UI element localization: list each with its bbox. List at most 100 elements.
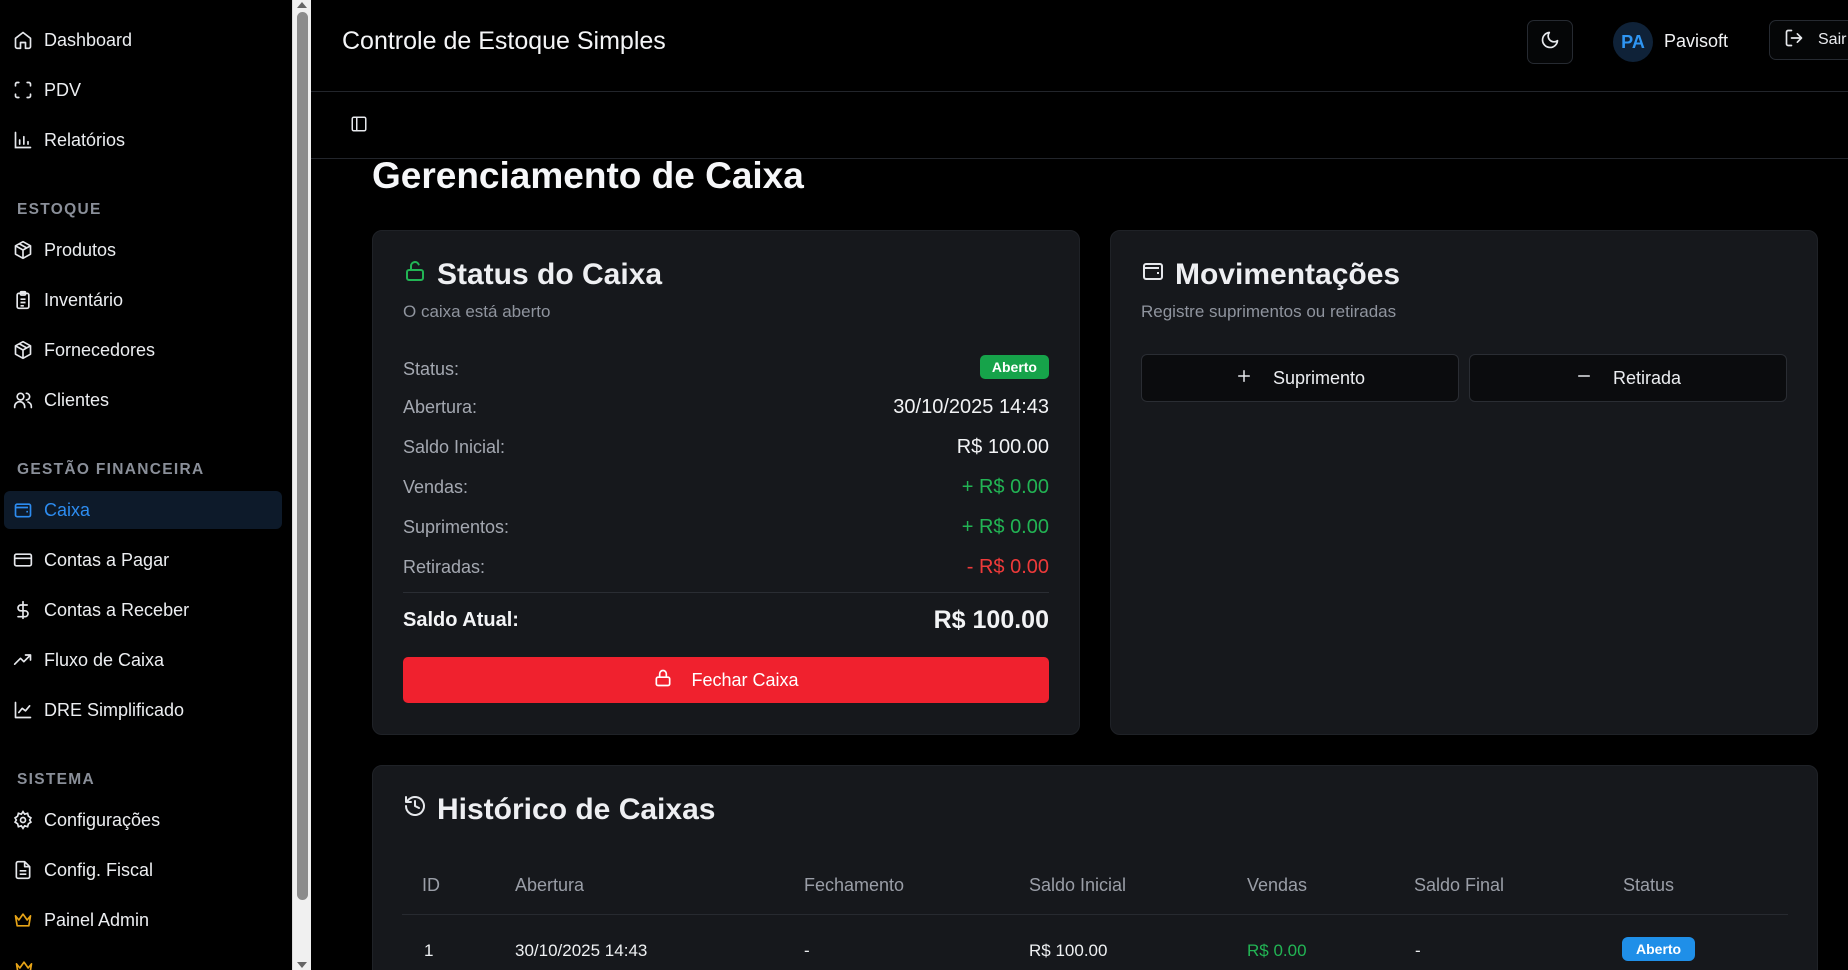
sidebar-item-fornecedores[interactable]: Fornecedores [4,331,282,369]
plus-icon [1235,367,1253,390]
status-card-title: Status do Caixa [403,258,662,292]
sidebar-item-label: Inventário [44,289,124,310]
sidebar-item-painel-admin[interactable]: Painel Admin [4,901,282,939]
crown-icon [12,909,34,931]
retiradas-label: Retiradas: [403,557,486,577]
users-icon [12,389,34,411]
fechar-caixa-button[interactable]: Fechar Caixa [403,657,1049,703]
wallet-icon [1141,258,1165,292]
retiradas-value: - R$ 0.00 [966,556,1049,578]
dollar-icon [12,599,34,621]
cell-saldo-inicial: R$ 100.00 [1029,941,1108,960]
cell-saldo-final: - [1415,941,1421,960]
sidebar-item-label: Configurações [44,809,161,830]
sidebar-item-label: Fluxo de Caixa [44,649,165,670]
historico-card-title-text: Histórico de Caixas [437,793,716,826]
movimentacoes-card-title-text: Movimentações [1175,258,1401,291]
movimentacoes-card-subtitle: Registre suprimentos ou retiradas [1141,302,1397,321]
sidebar-item-label: Relatórios [44,129,126,150]
col-header-status: Status [1623,875,1675,895]
saldo-inicial-label: Saldo Inicial: [403,437,506,457]
bar-chart-icon [12,129,34,151]
section-label-financeira: GESTÃO FINANCEIRA [17,461,205,478]
status-card-title-text: Status do Caixa [437,258,663,291]
line-chart-icon [12,699,34,721]
wallet-icon [12,499,34,521]
sidebar-item-dre[interactable]: DRE Simplificado [4,691,282,729]
logout-button[interactable]: Sair [1769,20,1848,60]
historico-card: Histórico de Caixas [372,765,1818,970]
sidebar-item-clientes[interactable]: Clientes [4,381,282,419]
sidebar-scrollbar[interactable] [292,0,311,970]
credit-card-icon [12,549,34,571]
trending-up-icon [12,649,34,671]
user-name: Pavisoft [1664,31,1729,51]
saldo-atual-value: R$ 100.00 [933,606,1049,634]
col-header-saldo-inicial: Saldo Inicial [1029,875,1127,895]
sidebar-item-fluxo-caixa[interactable]: Fluxo de Caixa [4,641,282,679]
panel-left-icon [350,115,368,138]
col-header-abertura: Abertura [515,875,585,895]
suprimentos-label: Suprimentos: [403,517,510,537]
cell-vendas: R$ 0.00 [1247,941,1307,960]
table-header-divider [402,914,1788,915]
minus-icon [1575,367,1593,390]
sidebar-item-produtos[interactable]: Produtos [4,231,282,269]
suprimento-label: Suprimento [1272,367,1366,388]
package-icon [12,239,34,261]
file-icon [12,859,34,881]
vendas-value: + R$ 0.00 [961,476,1049,498]
package-icon [12,339,34,361]
col-header-saldo-final: Saldo Final [1414,875,1505,895]
sidebar-item-label: PDV [44,79,82,100]
sidebar-item-label: Clientes [44,389,110,410]
sidebar-item-label: Contas a Pagar [44,549,170,570]
sidebar-item-inventario[interactable]: Inventário [4,281,282,319]
retirada-button[interactable]: Retirada [1469,354,1787,402]
fechar-caixa-label: Fechar Caixa [691,669,799,690]
sidebar-item-configuracoes[interactable]: Configurações [4,801,282,839]
sidebar-item-contas-receber[interactable]: Contas a Receber [4,591,282,629]
status-card-subtitle: O caixa está aberto [403,302,551,321]
scan-icon [12,79,34,101]
clipboard-icon [12,289,34,311]
divider [403,592,1049,593]
scroll-up-arrow-icon[interactable] [297,2,307,8]
sidebar-item-config-fiscal[interactable]: Config. Fiscal [4,851,282,889]
sidebar-item-relatorios[interactable]: Relatórios [4,121,282,159]
suprimentos-value: + R$ 0.00 [961,516,1049,538]
gear-icon [12,809,34,831]
crown-icon [14,958,34,970]
col-header-fechamento: Fechamento [804,875,905,895]
home-icon [12,29,34,51]
movimentacoes-card-title: Movimentações [1141,258,1400,292]
sidebar-item-label: Fornecedores [44,339,156,360]
scroll-down-arrow-icon[interactable] [297,962,307,968]
app-title: Controle de Estoque Simples [342,27,666,55]
logout-icon [1784,28,1804,53]
movimentacoes-card: Movimentações Registre suprimentos ou re… [1110,230,1818,735]
sidebar-item-contas-pagar[interactable]: Contas a Pagar [4,541,282,579]
sidebar-item-label: Contas a Receber [44,599,190,620]
cell-id: 1 [424,941,434,960]
status-badge: Aberto [979,355,1049,379]
sidebar-item-label: DRE Simplificado [44,699,185,720]
sidebar-toggle-button[interactable] [348,115,370,137]
sidebar-item-pdv[interactable]: PDV [4,71,282,109]
status-card: Status do Caixa O caixa está aberto Stat… [372,230,1080,735]
section-label-sistema: SISTEMA [17,771,95,788]
scrollbar-thumb[interactable] [297,12,308,900]
section-label-estoque: ESTOQUE [17,201,102,218]
sidebar-item-label: Produtos [44,239,117,260]
sidebar-item-label: Caixa [44,499,91,520]
page-title: Gerenciamento de Caixa [372,155,804,196]
sidebar-item-caixa[interactable]: Caixa [4,491,282,529]
col-header-vendas: Vendas [1247,875,1308,895]
col-header-id: ID [422,875,440,895]
avatar[interactable]: PA [1613,22,1653,62]
sidebar-item-dashboard[interactable]: Dashboard [4,21,282,59]
logout-label: Sair [1818,31,1847,48]
suprimento-button[interactable]: Suprimento [1141,354,1459,402]
cell-abertura: 30/10/2025 14:43 [515,941,648,960]
theme-toggle-button[interactable] [1527,20,1573,64]
